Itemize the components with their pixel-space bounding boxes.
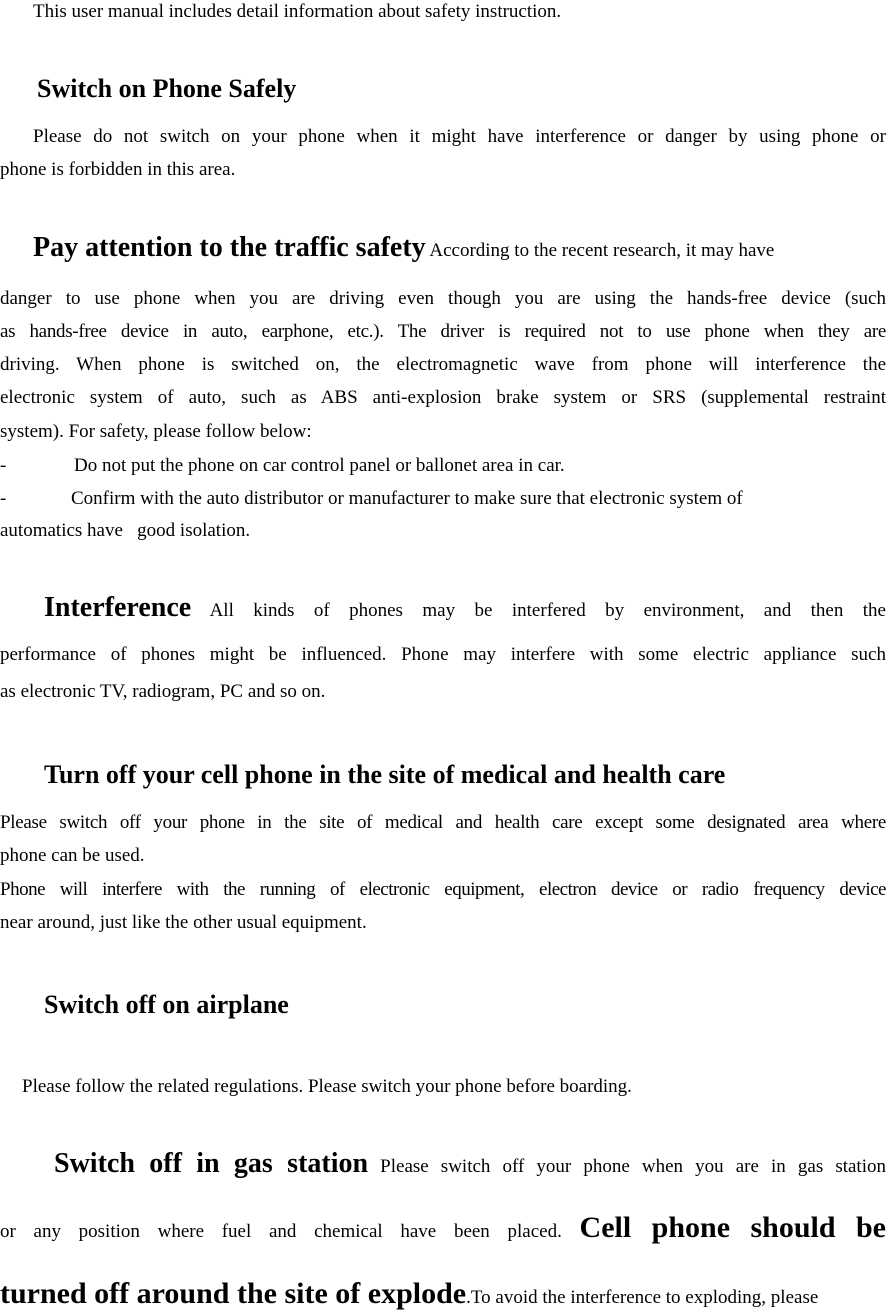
- bullet-text: Confirm with the auto distributor or man…: [71, 488, 743, 509]
- paragraph-text: According to the recent research, it may…: [425, 240, 775, 261]
- paragraph-line: automatics have good isolation.: [0, 520, 251, 541]
- paragraph-line: near around, just like the other usual e…: [0, 912, 367, 933]
- traffic-safety-line: Pay attention to the traffic safety Acco…: [33, 234, 775, 263]
- paragraph-line: turned off around the site of explode.To…: [0, 1279, 819, 1310]
- paragraph-text: Please switch off your phone when you ar…: [368, 1156, 886, 1177]
- heading-traffic-safety: Pay attention to the traffic safety: [33, 232, 426, 263]
- paragraph-line: Please follow the related regulations. P…: [22, 1076, 632, 1097]
- interference-line: Interference All kinds of phones may be …: [44, 594, 886, 623]
- heading-switch-on-safely: Switch on Phone Safely: [37, 74, 297, 103]
- paragraph-line: as hands-free device in auto, earphone, …: [0, 321, 886, 342]
- heading-medical-care: Turn off your cell phone in the site of …: [44, 760, 726, 789]
- paragraph-line: electronic system of auto, such as ABS a…: [0, 387, 886, 408]
- manual-page: This user manual includes detail informa…: [0, 0, 886, 1312]
- paragraph-line: Please switch off your phone in the site…: [0, 812, 886, 833]
- bullet-text: Do not put the phone on car control pane…: [74, 455, 565, 476]
- paragraph-text: .To avoid the interference to exploding,…: [466, 1287, 819, 1308]
- heading-gas-station: Switch off in gas station: [54, 1148, 369, 1179]
- paragraph-line: danger to use phone when you are driving…: [0, 288, 886, 309]
- heading-airplane: Switch off on airplane: [44, 990, 289, 1019]
- gas-station-line: Switch off in gas station Please switch …: [54, 1150, 886, 1179]
- paragraph-line: or any position where fuel and chemical …: [0, 1213, 886, 1244]
- paragraph-line: performance of phones might be influence…: [0, 644, 886, 665]
- paragraph-line: phone can be used.: [0, 845, 145, 866]
- bullet-mark: -: [0, 488, 7, 509]
- paragraph-text: or any position where fuel and chemical …: [0, 1221, 562, 1242]
- bold-warning: Cell phone should be: [579, 1211, 886, 1244]
- paragraph-line: Phone will interfere with the running of…: [0, 879, 886, 900]
- heading-interference: Interference: [44, 592, 192, 623]
- paragraph-line: system). For safety, please follow below…: [0, 421, 312, 442]
- paragraph-line: driving. When phone is switched on, the …: [0, 354, 886, 375]
- bold-warning: turned off around the site of explode: [0, 1277, 467, 1310]
- paragraph-text: All kinds of phones may be interfered by…: [191, 600, 886, 621]
- paragraph-line: phone is forbidden in this area.: [0, 159, 236, 180]
- paragraph-line: Please do not switch on your phone when …: [33, 126, 886, 147]
- intro-text: This user manual includes detail informa…: [33, 1, 562, 22]
- bullet-mark: -: [0, 455, 7, 476]
- paragraph-line: as electronic TV, radiogram, PC and so o…: [0, 681, 326, 702]
